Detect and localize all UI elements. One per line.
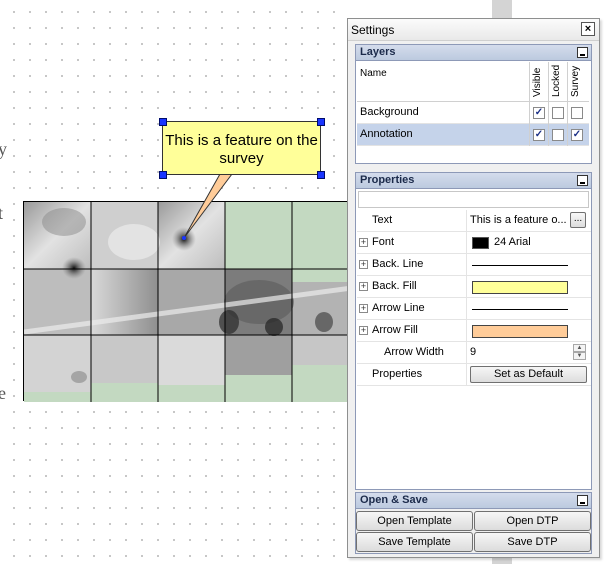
text-value[interactable]: This is a feature o... (470, 214, 567, 226)
font-color-swatch (472, 237, 489, 249)
spin-down-icon[interactable]: ▼ (573, 352, 586, 360)
column-header-name[interactable]: Name (360, 68, 387, 79)
visible-cell: ✓ (529, 102, 547, 124)
save-dtp-button[interactable]: Save DTP (474, 532, 591, 552)
column-header-visible-label: Visible (532, 67, 543, 97)
properties-header[interactable]: Properties (356, 173, 591, 189)
back-fill-swatch[interactable] (472, 281, 568, 294)
column-header-locked[interactable]: Locked (548, 62, 566, 102)
survey-cell (567, 102, 585, 124)
save-template-button[interactable]: Save Template (356, 532, 473, 552)
layer-name: Background (360, 106, 419, 118)
column-header-locked-label: Locked (551, 64, 562, 97)
visible-checkbox[interactable]: ✓ (533, 107, 545, 119)
property-row-back-line[interactable]: + Back. Line (357, 254, 591, 276)
arrow-width-value[interactable]: 9 (470, 346, 476, 358)
properties-filter-input[interactable] (358, 191, 589, 208)
back-line-sample (472, 265, 568, 266)
callout-box[interactable]: This is a feature on the survey (162, 121, 321, 175)
property-label: Text (372, 214, 393, 226)
locked-checkbox[interactable] (552, 107, 564, 119)
property-row-text[interactable]: Text This is a feature o... ... (357, 210, 591, 232)
locked-checkbox[interactable] (552, 129, 564, 141)
collapse-icon[interactable] (577, 175, 588, 186)
settings-titlebar[interactable]: Settings × (348, 19, 599, 41)
property-label: Font (372, 236, 395, 248)
expand-icon[interactable]: + (359, 326, 368, 335)
survey-checkbox[interactable] (571, 107, 583, 119)
property-row-back-fill[interactable]: + Back. Fill (357, 276, 591, 298)
collapse-icon[interactable] (577, 495, 588, 506)
layers-header[interactable]: Layers (356, 45, 591, 61)
resize-handle-top-left[interactable] (159, 118, 167, 126)
resize-handle-top-right[interactable] (317, 118, 325, 126)
expand-icon[interactable]: + (359, 260, 368, 269)
open-save-header[interactable]: Open & Save (356, 493, 591, 509)
locked-cell (548, 102, 566, 124)
layers-title: Layers (360, 46, 396, 58)
spin-up-icon[interactable]: ▲ (573, 344, 586, 352)
locked-cell (548, 124, 566, 146)
property-label: Back. Fill (372, 280, 417, 292)
resize-handle-bottom-left[interactable] (159, 171, 167, 179)
property-label: Back. Line (372, 258, 424, 270)
property-label: Properties (372, 368, 423, 380)
expand-icon[interactable]: + (359, 238, 368, 247)
open-dtp-button[interactable]: Open DTP (474, 511, 591, 531)
column-header-survey-label: Survey (570, 65, 581, 97)
survey-cell: ✓ (567, 124, 585, 146)
callout-text: This is a feature on the survey (165, 132, 318, 167)
arrow-line-sample (472, 309, 568, 310)
properties-section: Properties Text This is a feature o... .… (355, 172, 592, 490)
set-as-default-button[interactable]: Set as Default (470, 366, 587, 383)
properties-title: Properties (360, 174, 415, 186)
visible-cell: ✓ (529, 124, 547, 146)
property-label: Arrow Line (372, 302, 425, 314)
layers-table: Name Visible Locked Survey Background ✓ … (357, 62, 589, 146)
collapse-icon[interactable] (577, 47, 588, 58)
property-row-properties: Properties Set as Default (357, 364, 591, 386)
property-row-font[interactable]: + Font 24 Arial (357, 232, 591, 254)
open-save-section: Open & Save Open Template Open DTP Save … (355, 492, 592, 554)
visible-checkbox[interactable]: ✓ (533, 129, 545, 141)
expand-icon[interactable]: + (359, 304, 368, 313)
layer-name: Annotation (360, 128, 413, 140)
column-header-survey[interactable]: Survey (567, 62, 585, 102)
property-label: Arrow Width (384, 346, 444, 358)
layer-row-annotation[interactable]: Annotation ✓ ✓ (357, 124, 589, 146)
settings-title: Settings (351, 23, 395, 37)
layers-section: Layers Name Visible Locked Survey Backgr… (355, 44, 592, 164)
resize-handle-bottom-right[interactable] (317, 171, 325, 179)
property-row-arrow-line[interactable]: + Arrow Line (357, 298, 591, 320)
open-save-title: Open & Save (360, 494, 428, 506)
settings-panel: Settings × Layers Name Visible Locked Su… (347, 18, 600, 558)
column-header-visible[interactable]: Visible (529, 62, 547, 102)
property-label: Arrow Fill (372, 324, 418, 336)
ellipsis-button[interactable]: ... (570, 212, 586, 228)
expand-icon[interactable]: + (359, 282, 368, 291)
close-icon[interactable]: × (581, 22, 595, 36)
open-template-button[interactable]: Open Template (356, 511, 473, 531)
survey-checkbox[interactable]: ✓ (571, 129, 583, 141)
drawing-canvas[interactable]: y t e This is a feature on the survey (0, 0, 348, 564)
callout-arrow[interactable] (0, 0, 348, 564)
layers-table-header: Name Visible Locked Survey (357, 62, 589, 102)
arrow-width-spinner[interactable]: ▲ ▼ (573, 344, 586, 361)
arrow-fill-swatch[interactable] (472, 325, 568, 338)
property-row-arrow-width[interactable]: Arrow Width 9 ▲ ▼ (357, 342, 591, 364)
font-value[interactable]: 24 Arial (494, 236, 531, 248)
layer-row-background[interactable]: Background ✓ (357, 102, 589, 124)
property-row-arrow-fill[interactable]: + Arrow Fill (357, 320, 591, 342)
